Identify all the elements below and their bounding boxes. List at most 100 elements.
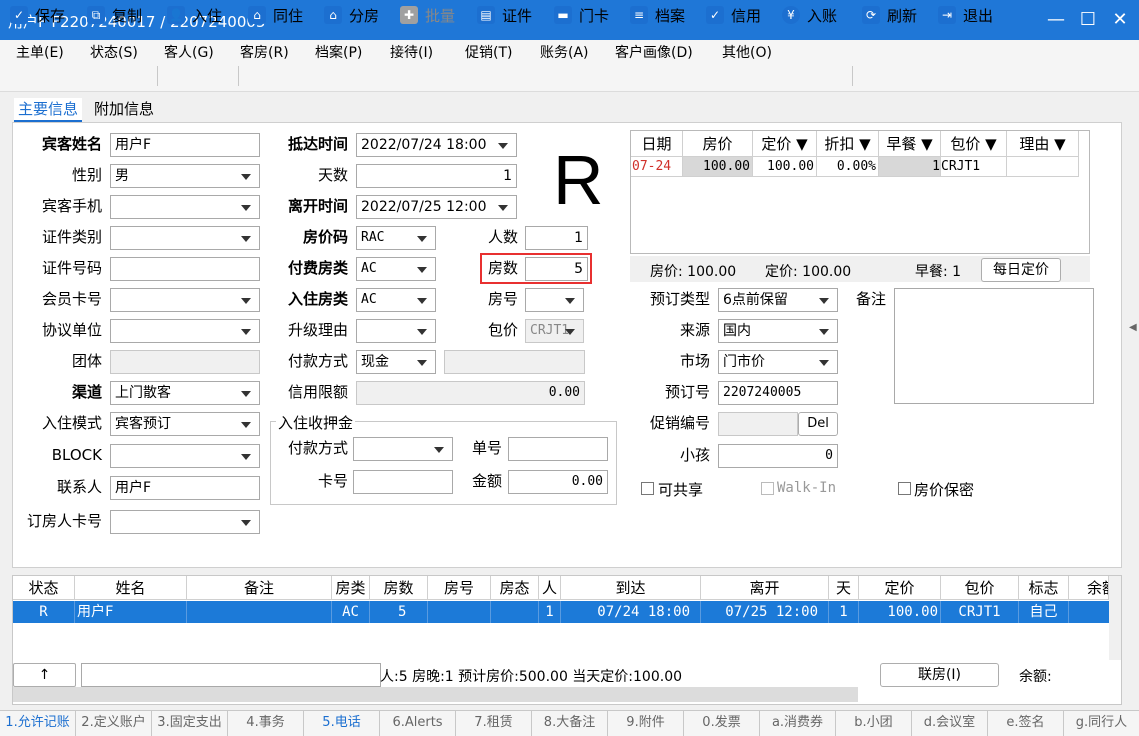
list-header-name[interactable]: 姓名: [75, 576, 187, 600]
contact-input[interactable]: 用户F: [110, 476, 260, 500]
list-cell-fixed-rate[interactable]: 100.00: [859, 601, 941, 623]
maximize-icon[interactable]: ☐: [1074, 6, 1102, 34]
persons-input[interactable]: 1: [525, 226, 588, 250]
list-cell-rooms[interactable]: 5: [370, 601, 428, 623]
delete-promo-button[interactable]: Del: [798, 412, 838, 436]
rate-code-select[interactable]: RAC: [356, 226, 436, 250]
credit-button[interactable]: ✓ 信用: [706, 4, 761, 26]
list-cell-arrival[interactable]: 07/24 18:00: [561, 601, 701, 623]
stay-room-type-select[interactable]: AC: [356, 288, 436, 312]
collapse-arrow-icon[interactable]: ◀: [1129, 322, 1137, 333]
list-header-departure[interactable]: 离开: [701, 576, 829, 600]
id-type-select[interactable]: [110, 226, 260, 250]
list-cell-flag[interactable]: 自己: [1019, 601, 1069, 623]
mobile-select[interactable]: [110, 195, 260, 219]
payment-method-select[interactable]: 现金: [356, 350, 436, 374]
id-card-button[interactable]: ▤ 证件: [477, 4, 532, 26]
list-cell-departure[interactable]: 07/25 12:00: [701, 601, 829, 623]
room-number-select[interactable]: [525, 288, 584, 312]
tab-extra-info[interactable]: 附加信息: [90, 98, 158, 122]
link-room-button[interactable]: 联房(I): [880, 663, 999, 687]
copy-button[interactable]: ⧉ 复制: [87, 4, 142, 26]
rate-grid-cell-fixed[interactable]: 100.00: [753, 157, 817, 177]
rate-grid-header-fixed[interactable]: 定价 ▼: [753, 131, 817, 157]
menu-profile[interactable]: 档案(P): [315, 42, 362, 62]
save-button[interactable]: ✓ 保存: [10, 4, 65, 26]
list-header-room-no[interactable]: 房号: [428, 576, 491, 600]
menu-customer-portrait[interactable]: 客户画像(D): [615, 42, 693, 62]
list-header-remark[interactable]: 备注: [187, 576, 332, 600]
menu-room[interactable]: 客房(R): [240, 42, 289, 62]
checkin-mode-select[interactable]: 宾客预订: [110, 412, 260, 436]
pay-room-type-select[interactable]: AC: [356, 257, 436, 281]
tab-signature[interactable]: e.签名: [988, 711, 1064, 736]
rate-confidential-checkbox[interactable]: [898, 482, 911, 495]
tab-companion[interactable]: g.同行人: [1064, 711, 1139, 736]
list-cell-remark[interactable]: [187, 601, 332, 623]
list-header-flag[interactable]: 标志: [1019, 576, 1069, 600]
market-select[interactable]: 门市价: [718, 350, 838, 374]
assign-room-button[interactable]: ⌂ 分房: [324, 4, 379, 26]
block-select[interactable]: [110, 444, 260, 468]
move-up-button[interactable]: ↑: [13, 663, 76, 687]
menu-main[interactable]: 主单(E): [16, 42, 64, 62]
deposit-number-input[interactable]: [508, 437, 608, 461]
list-cell-package[interactable]: CRJT1: [941, 601, 1019, 623]
children-input[interactable]: 0: [718, 444, 838, 468]
guest-name-input[interactable]: 用户F: [110, 133, 260, 157]
rate-grid-cell-package[interactable]: CRJT1: [941, 157, 1007, 177]
arrival-time-select[interactable]: 2022/07/24 18:00: [356, 133, 517, 157]
booking-number-input[interactable]: 2207240005: [718, 381, 838, 405]
list-header-balance[interactable]: 余额: [1069, 576, 1109, 600]
list-cell-room-type[interactable]: AC: [332, 601, 370, 623]
tab-attachment[interactable]: 9.附件: [608, 711, 684, 736]
list-cell-room-no[interactable]: [428, 601, 491, 623]
channel-select[interactable]: 上门散客: [110, 381, 260, 405]
tab-invoice[interactable]: 0.发票: [684, 711, 760, 736]
id-number-input[interactable]: [110, 257, 260, 281]
booker-card-select[interactable]: [110, 510, 260, 534]
tab-define-account[interactable]: 2.定义账户: [76, 711, 152, 736]
list-cell-persons[interactable]: 1: [539, 601, 561, 623]
rate-grid-header-rate[interactable]: 房价: [683, 131, 753, 157]
list-cell-status[interactable]: R: [13, 601, 75, 623]
tab-affairs[interactable]: 4.事务: [228, 711, 304, 736]
rate-grid-header-package[interactable]: 包价 ▼: [941, 131, 1007, 157]
profile-button[interactable]: ≡ 档案: [630, 4, 685, 26]
menu-guest[interactable]: 客人(G): [164, 42, 214, 62]
list-cell-days[interactable]: 1: [829, 601, 859, 623]
upgrade-reason-select[interactable]: [356, 319, 436, 343]
list-horizontal-scrollbar[interactable]: [13, 687, 858, 702]
tab-main-info[interactable]: 主要信息: [14, 98, 83, 122]
departure-time-select[interactable]: 2022/07/25 12:00: [356, 195, 517, 219]
tab-fixed-expense[interactable]: 3.固定支出: [152, 711, 228, 736]
tab-voucher[interactable]: a.消费券: [760, 711, 836, 736]
checkin-button[interactable]: 👤 入住: [167, 4, 222, 26]
rate-grid-header-discount[interactable]: 折扣 ▼: [817, 131, 879, 157]
close-icon[interactable]: ✕: [1106, 6, 1134, 34]
rate-grid-cell-date[interactable]: 07-24: [631, 157, 683, 177]
list-cell-name[interactable]: 用户F: [75, 601, 187, 623]
list-cell-room-status[interactable]: [491, 601, 539, 623]
list-vertical-scrollbar[interactable]: [1109, 576, 1121, 660]
list-header-status[interactable]: 状态: [13, 576, 75, 600]
days-input[interactable]: 1: [356, 164, 517, 188]
menu-account[interactable]: 账务(A): [540, 42, 589, 62]
tab-alerts[interactable]: 6.Alerts: [380, 711, 456, 736]
menu-status[interactable]: 状态(S): [90, 42, 138, 62]
list-header-days[interactable]: 天: [829, 576, 859, 600]
tab-meeting-room[interactable]: d.会议室: [912, 711, 988, 736]
member-card-select[interactable]: [110, 288, 260, 312]
post-charge-button[interactable]: ¥ 入账: [782, 4, 837, 26]
tab-allow-charge[interactable]: 1.允许记账: [0, 711, 76, 736]
list-cell-balance[interactable]: [1069, 601, 1109, 623]
minimize-icon[interactable]: —: [1042, 6, 1070, 34]
list-header-persons[interactable]: 人: [539, 576, 561, 600]
gender-select[interactable]: 男: [110, 164, 260, 188]
deposit-card-input[interactable]: [353, 470, 453, 494]
menu-promotion[interactable]: 促销(T): [465, 42, 512, 62]
tab-phone[interactable]: 5.电话: [304, 711, 380, 736]
tab-small-group[interactable]: b.小团: [836, 711, 912, 736]
rate-grid-cell-breakfast[interactable]: 1: [879, 157, 941, 177]
exit-button[interactable]: ⇥ 退出: [938, 4, 993, 26]
